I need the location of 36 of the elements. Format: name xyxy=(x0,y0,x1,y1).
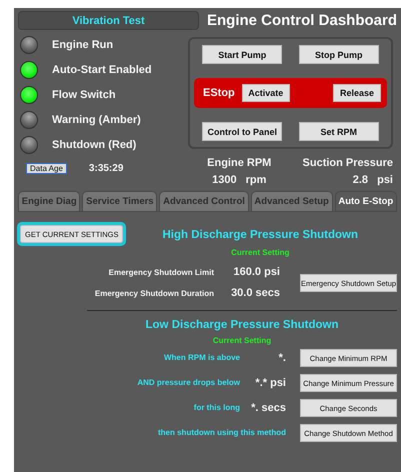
control-button[interactable]: Set RPM xyxy=(298,122,379,141)
window-title: Engine Control Dashboard xyxy=(206,12,397,29)
condition-label: for this long xyxy=(192,402,240,414)
indicator-label: Shutdown (Red) xyxy=(52,139,136,151)
setting-label: Emergency Shutdown Limit xyxy=(108,266,214,278)
tab[interactable]: Auto E-Stop xyxy=(334,191,397,211)
mode-button[interactable]: Vibration Test xyxy=(18,11,199,30)
setting-value: 160.0 psi xyxy=(232,266,280,279)
section-subtitle: Current Setting xyxy=(212,336,272,345)
indicator-label: Engine Run xyxy=(52,39,114,51)
estop-label: EStop xyxy=(203,87,235,99)
condition-label: then shutdown using this method xyxy=(157,427,286,439)
section-subtitle: Current Setting xyxy=(230,248,290,257)
data-age-button[interactable]: Data Age xyxy=(26,163,67,174)
condition-label: AND pressure drops below xyxy=(136,377,240,389)
setting-label: Emergency Shutdown Duration xyxy=(94,288,214,300)
indicator-label: Flow Switch xyxy=(52,89,116,101)
indicator-label: Warning (Amber) xyxy=(52,114,141,126)
release-button[interactable]: Release xyxy=(333,84,381,102)
setting-value: *.* psi xyxy=(254,376,286,390)
control-button[interactable]: Control to Panel xyxy=(202,122,282,141)
indicator-label: Auto-Start Enabled xyxy=(52,64,152,76)
activate-button[interactable]: Activate xyxy=(242,84,290,102)
readout-label: Suction Pressure xyxy=(302,157,393,169)
pump-button[interactable]: Start Pump xyxy=(202,45,282,64)
readout-value: 2.8 psi xyxy=(352,174,393,186)
readout-label: Engine RPM xyxy=(207,157,272,169)
setting-value: *. xyxy=(278,352,286,364)
readout-value: 1300 rpm xyxy=(212,174,266,186)
pump-button[interactable]: Stop Pump xyxy=(298,45,379,64)
setting-value: *. secs xyxy=(250,402,286,414)
section-title: Low Discharge Pressure Shutdown xyxy=(144,319,340,331)
data-age-value: 3:35:29 xyxy=(88,163,124,174)
condition-label: When RPM is above xyxy=(162,352,240,364)
section-title: High Discharge Pressure Shutdown xyxy=(161,229,360,241)
setting-value: 30.0 secs xyxy=(230,287,280,300)
